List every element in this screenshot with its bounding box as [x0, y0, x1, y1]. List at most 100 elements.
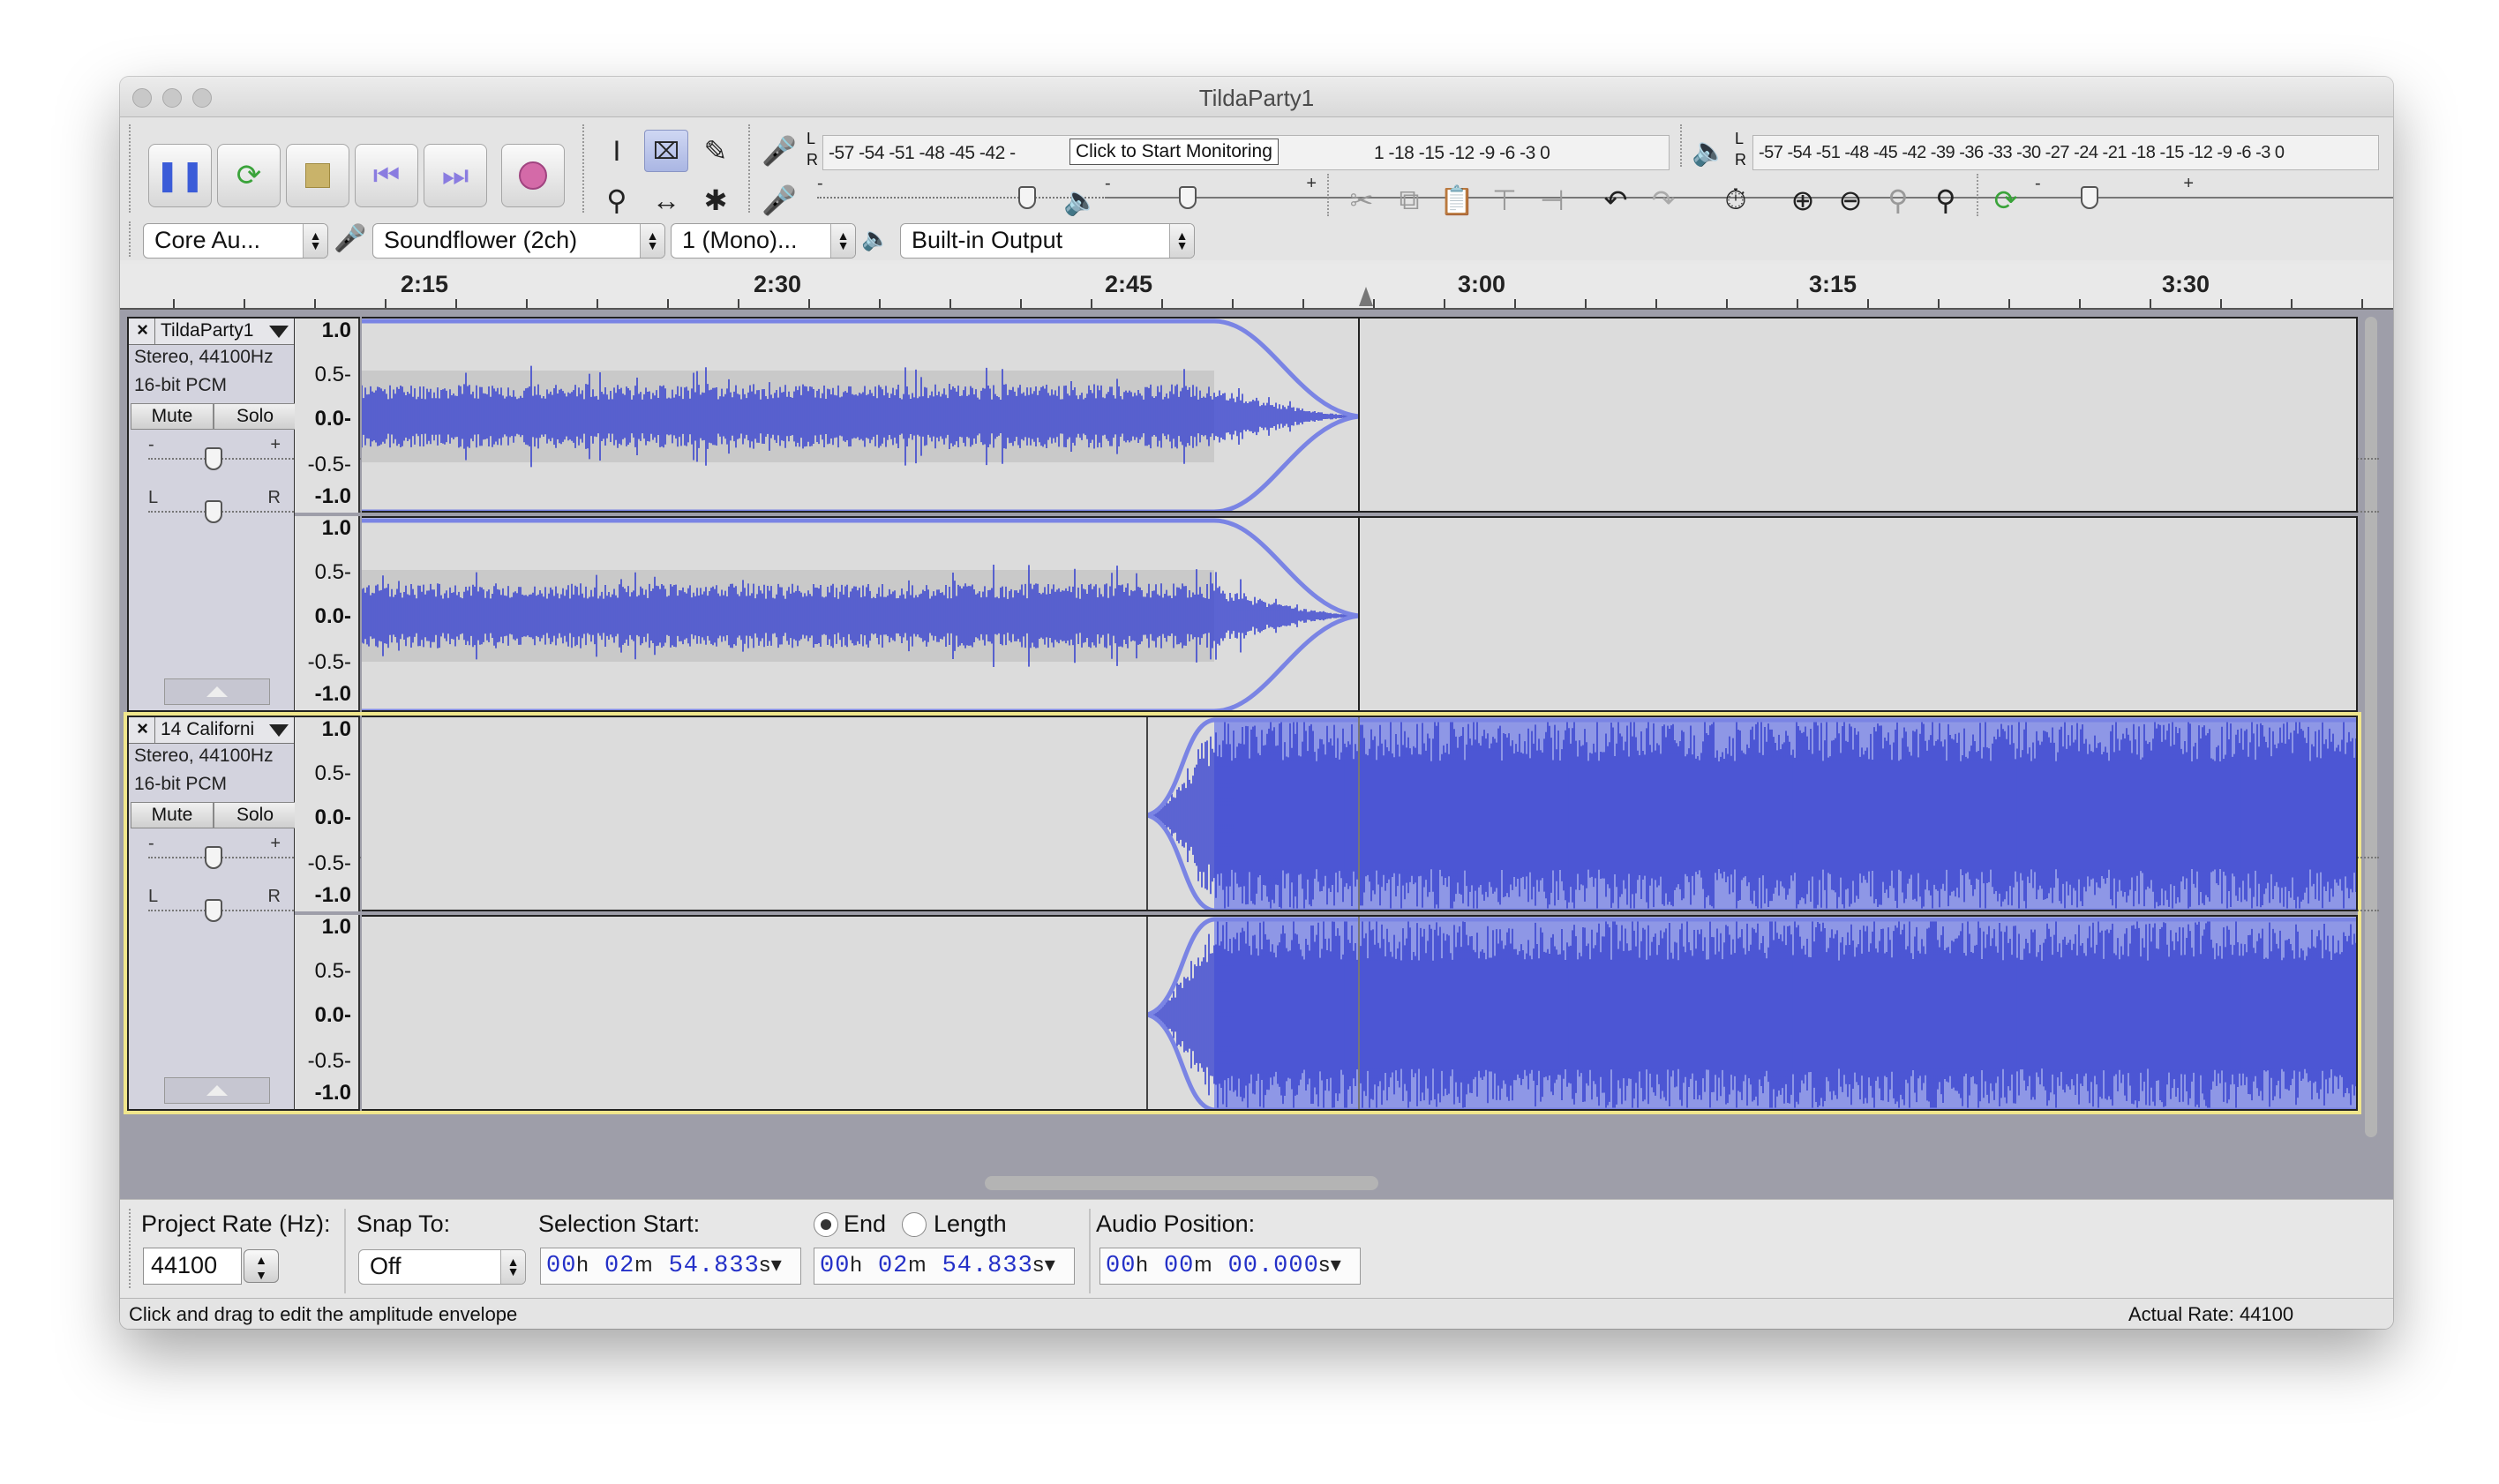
pause-button[interactable]: ❚❚ — [148, 144, 212, 207]
input-volume-button[interactable]: 🎤 — [757, 179, 801, 221]
record-button[interactable] — [501, 144, 565, 207]
solo-button[interactable]: Solo — [214, 403, 296, 430]
audio-position-label: Audio Position: — [1096, 1210, 1256, 1237]
length-radio[interactable] — [902, 1212, 927, 1237]
scale-label: 0.5- — [314, 959, 351, 983]
zoom-out-button[interactable]: ⊖ — [1828, 179, 1872, 221]
slider-thumb[interactable] — [2081, 186, 2098, 209]
playback-meter[interactable]: -57 -54 -51 -48 -45 -42 -39 -36 -33 -30 … — [1752, 135, 2379, 170]
ruler-tick — [1091, 299, 1092, 308]
draw-tool-button[interactable]: ✎ — [694, 130, 738, 172]
vertical-scale[interactable]: 1.0 0.5- 0.0- -0.5- -1.0 — [295, 317, 360, 513]
track-close-button[interactable]: × — [131, 319, 155, 344]
slider-thumb[interactable] — [205, 899, 222, 922]
window-title: TildaParty1 — [1198, 85, 1315, 111]
slider-thumb[interactable] — [1018, 186, 1036, 209]
slider-thumb[interactable] — [205, 846, 222, 869]
cut-button[interactable]: ✂ — [1340, 179, 1384, 221]
play-position-marker — [1359, 287, 1373, 306]
copy-button[interactable]: ⧉ — [1387, 179, 1431, 221]
waveform-channel[interactable] — [362, 915, 2358, 1111]
ruler-tick — [1938, 299, 1940, 308]
playback-device-select[interactable]: Built-in Output ▲ ▼ — [900, 223, 1195, 259]
toolbar-grip[interactable] — [748, 124, 754, 213]
envelope-tool-button[interactable]: ⌧ — [644, 130, 688, 172]
fit-project-button[interactable]: ⚲ — [1924, 179, 1968, 221]
audio-track-tildaparty1[interactable]: TildaParty1 × Stereo, 44100Hz 16-bit PCM… — [127, 317, 2379, 712]
playback-device-value: Built-in Output — [912, 227, 1063, 253]
output-volume-button[interactable]: 🔈 — [1059, 179, 1103, 221]
collapse-track-button[interactable] — [164, 678, 270, 705]
snap-to-select[interactable]: Off ▲ ▼ — [358, 1249, 526, 1285]
fit-selection-button[interactable]: ⚲ — [1876, 179, 1920, 221]
multi-tool-button[interactable]: ✱ — [694, 179, 738, 221]
project-rate-input[interactable]: 44100 — [143, 1248, 242, 1285]
gain-slider[interactable]: - + — [148, 435, 2379, 476]
play-speed-slider[interactable]: - + — [2035, 174, 2393, 214]
toolbar-grip[interactable] — [582, 124, 588, 213]
play-at-speed-button[interactable]: ⟳ — [1984, 179, 2028, 221]
stop-button[interactable] — [286, 144, 349, 207]
track-close-button[interactable]: × — [131, 717, 155, 743]
gain-slider[interactable]: - + — [148, 834, 2379, 874]
vertical-scale[interactable]: 1.0 0.5- 0.0- -0.5- -1.0 — [295, 716, 360, 911]
recording-device-select[interactable]: Soundflower (2ch) ▲ ▼ — [372, 223, 665, 259]
vertical-scale[interactable]: 1.0 0.5- 0.0- -0.5- -1.0 — [295, 915, 360, 1111]
loop-button[interactable]: ⟳ — [217, 144, 281, 207]
collapse-track-button[interactable] — [164, 1077, 270, 1104]
slider-thumb[interactable] — [205, 447, 222, 470]
toolbar-grip[interactable] — [129, 221, 134, 257]
scale-label: 1.0 — [321, 915, 351, 939]
trim-button[interactable]: ⊤ — [1482, 179, 1527, 221]
selection-tool-button[interactable]: I — [595, 130, 639, 172]
project-rate-stepper[interactable]: ▲ ▼ — [244, 1249, 279, 1283]
skip-end-button[interactable]: ⏭ — [424, 144, 487, 207]
pan-slider[interactable]: L R — [148, 887, 2379, 927]
slider-plus-label: + — [1306, 174, 1317, 193]
input-volume-slider[interactable]: - — [817, 174, 2393, 214]
audio-track-14-californi[interactable]: 14 Californi × Stereo, 44100Hz 16-bit PC… — [124, 712, 2379, 1114]
toolbar-grip[interactable] — [129, 1209, 134, 1288]
toolbar-grip[interactable] — [1327, 174, 1332, 216]
zoom-in-button[interactable]: ⊕ — [1781, 179, 1825, 221]
selection-end-time[interactable]: 00h 02m 54.833s▾ — [814, 1248, 1075, 1285]
undo-button[interactable]: ↶ — [1594, 179, 1638, 221]
sync-lock-button[interactable]: ⏱ — [1714, 179, 1758, 221]
track-bit-depth: 16-bit PCM — [134, 375, 228, 395]
toolbar-grip[interactable] — [1680, 124, 1685, 167]
pan-slider[interactable]: L R — [148, 488, 2379, 528]
play-meter-button[interactable]: 🔈 — [1687, 130, 1731, 172]
toolbar-grip[interactable] — [1977, 174, 1982, 216]
redo-button[interactable]: ↷ — [1641, 179, 1685, 221]
audio-position-time[interactable]: 00h 00m 00.000s▾ — [1099, 1248, 1361, 1285]
time-shift-tool-button[interactable]: ↔ — [644, 179, 688, 221]
select-arrows-icon: ▲ ▼ — [500, 1250, 525, 1284]
vertical-scrollbar[interactable] — [2365, 317, 2377, 1137]
end-radio[interactable] — [814, 1212, 838, 1237]
horizontal-scrollbar[interactable] — [985, 1176, 1378, 1190]
solo-button[interactable]: Solo — [214, 802, 296, 828]
slider-thumb[interactable] — [1179, 186, 1197, 209]
waveform-channel[interactable] — [362, 317, 2358, 513]
status-bar: Click and drag to edit the amplitude env… — [120, 1298, 2393, 1329]
waveform-channel[interactable] — [362, 716, 2358, 911]
silence-button[interactable]: ⊣ — [1530, 179, 1574, 221]
mute-button[interactable]: Mute — [131, 802, 214, 828]
slider-thumb[interactable] — [205, 500, 222, 523]
vertical-scale[interactable]: 1.0 0.5- 0.0- -0.5- -1.0 — [295, 516, 360, 712]
timeline-ruler[interactable]: 2:15 2:30 2:45 3:00 3:15 3:30 — [120, 264, 2393, 310]
recording-channels-select[interactable]: 1 (Mono)... ▲ ▼ — [671, 223, 856, 259]
selection-start-time[interactable]: 00h 02m 54.833s▾ — [540, 1248, 801, 1285]
scale-label: -0.5- — [307, 650, 351, 674]
close-icon: × — [137, 319, 148, 341]
record-meter-button[interactable]: 🎤 — [757, 130, 801, 172]
monitoring-tooltip[interactable]: Click to Start Monitoring — [1069, 139, 1279, 165]
toolbar-grip[interactable] — [129, 124, 134, 213]
waveform-channel[interactable] — [362, 516, 2358, 712]
paste-button[interactable]: 📋 — [1435, 179, 1479, 221]
zoom-tool-button[interactable]: ⚲ — [595, 179, 639, 221]
audio-host-select[interactable]: Core Au... ▲ ▼ — [143, 223, 328, 259]
skip-start-button[interactable]: ⏮ — [355, 144, 418, 207]
mute-button[interactable]: Mute — [131, 403, 214, 430]
output-volume-slider[interactable]: - + — [1105, 174, 2393, 214]
